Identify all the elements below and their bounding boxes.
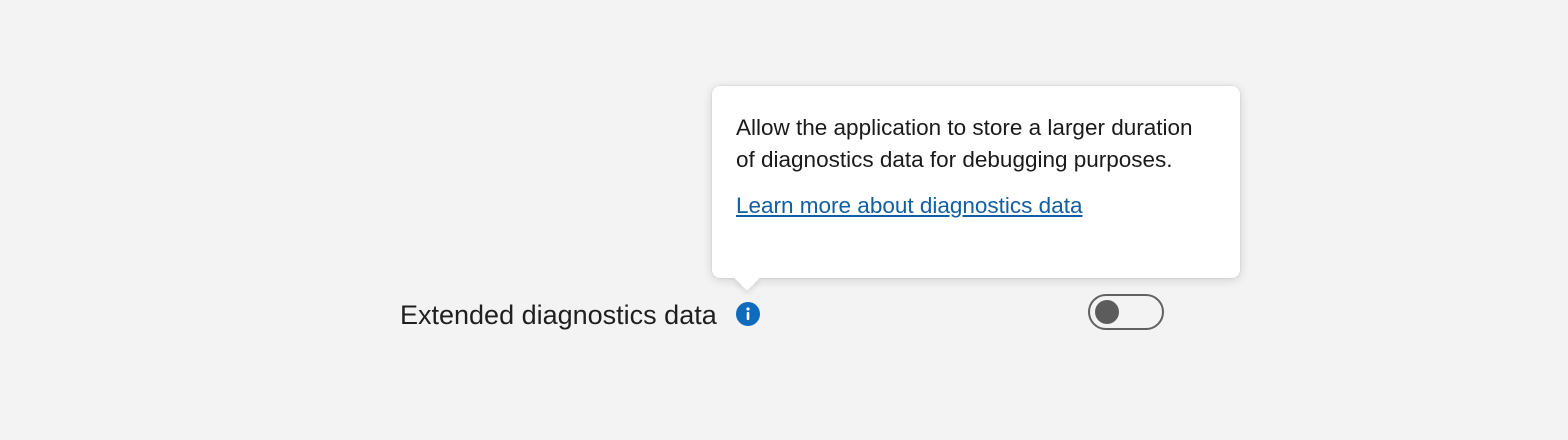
info-tooltip: Allow the application to store a larger …	[712, 86, 1240, 291]
tooltip-arrow	[734, 265, 760, 291]
extended-diagnostics-toggle[interactable]	[1088, 294, 1164, 330]
toggle-thumb	[1095, 300, 1119, 324]
tooltip-text: Allow the application to store a larger …	[736, 115, 1193, 172]
extended-diagnostics-setting-row: Extended diagnostics data	[400, 292, 1170, 338]
setting-label: Extended diagnostics data	[400, 300, 717, 330]
info-icon[interactable]	[736, 302, 760, 326]
learn-more-link[interactable]: Learn more about diagnostics data	[736, 190, 1082, 222]
